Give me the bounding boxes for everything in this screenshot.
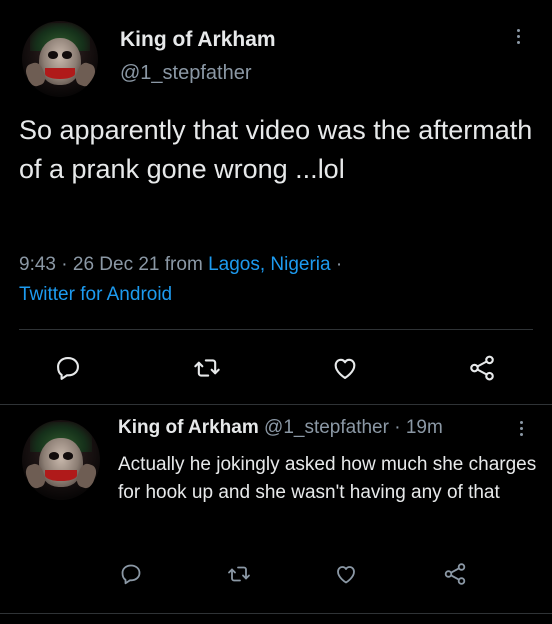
divider bbox=[19, 329, 533, 330]
tweet-meta: 9:43 · 26 Dec 21 from Lagos, Nigeria · T… bbox=[19, 250, 539, 310]
reply-text: Actually he jokingly asked how much she … bbox=[118, 454, 537, 503]
tweet-source-link[interactable]: Twitter for Android bbox=[19, 284, 172, 305]
reply-timestamp[interactable]: 19m bbox=[406, 417, 443, 438]
author-handle[interactable]: @1_stepfather bbox=[120, 62, 252, 85]
reply-author-avatar[interactable] bbox=[22, 420, 100, 500]
like-button[interactable] bbox=[328, 352, 362, 384]
tweet-text: So apparently that video was the afterma… bbox=[19, 115, 533, 184]
tweet-date[interactable]: 26 Dec 21 bbox=[73, 254, 160, 275]
share-button[interactable] bbox=[465, 351, 499, 385]
reply-like-button[interactable] bbox=[331, 560, 361, 588]
author-name[interactable]: King of Arkham bbox=[120, 28, 276, 52]
retweet-icon bbox=[228, 566, 250, 582]
more-options-icon[interactable] bbox=[515, 29, 521, 44]
reply-icon bbox=[57, 357, 79, 380]
reply-more-options-icon[interactable] bbox=[518, 421, 524, 436]
reply-author-handle[interactable]: @1_stepfather bbox=[264, 417, 389, 438]
reply-separator: · bbox=[388, 417, 406, 438]
meta-from: from bbox=[159, 254, 209, 275]
reply-retweet-button[interactable] bbox=[224, 560, 254, 588]
reply-icon bbox=[121, 564, 141, 585]
reply-share-button[interactable] bbox=[440, 559, 470, 589]
heart-icon bbox=[334, 358, 356, 379]
divider bbox=[0, 404, 552, 405]
share-icon bbox=[444, 563, 466, 585]
reply-reply-button[interactable] bbox=[117, 560, 145, 588]
retweet-icon bbox=[194, 359, 220, 377]
heart-icon bbox=[337, 566, 355, 584]
author-avatar[interactable] bbox=[22, 21, 98, 97]
tweet-time[interactable]: 9:43 bbox=[19, 254, 56, 275]
retweet-button[interactable] bbox=[190, 352, 224, 384]
share-icon bbox=[470, 355, 494, 381]
meta-separator: · bbox=[330, 254, 343, 275]
divider bbox=[0, 613, 552, 614]
tweet-location-link[interactable]: Lagos, Nigeria bbox=[208, 254, 331, 275]
reply-button[interactable] bbox=[52, 352, 84, 384]
reply-header: King of Arkham @1_stepfather · 19m bbox=[118, 417, 443, 439]
reply-author-name[interactable]: King of Arkham bbox=[118, 417, 259, 438]
meta-separator: · bbox=[55, 254, 73, 275]
